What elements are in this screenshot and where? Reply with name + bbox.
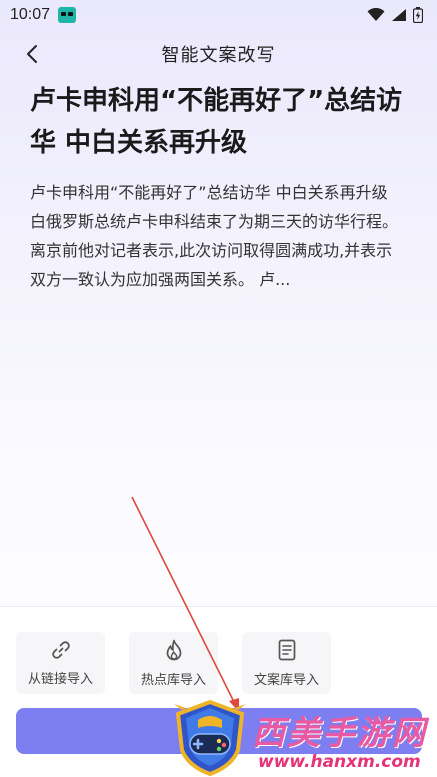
import-options: 从链接导入 热点库导入 文案库导入 (16, 632, 331, 694)
chevron-left-icon (27, 45, 37, 63)
watermark-url: www.hanxm.com (258, 752, 421, 772)
top-app-bar: 智能文案改写 (0, 34, 437, 74)
article-headline: 卢卡申科用“不能再好了”总结访华 中白关系再升级 (30, 86, 403, 158)
page-title: 智能文案改写 (161, 45, 276, 66)
import-from-hotspot-button[interactable]: 热点库导入 (129, 632, 218, 694)
import-from-link-button[interactable]: 从链接导入 (16, 632, 105, 694)
gamepad-shield-logo (174, 700, 246, 776)
status-icons (367, 7, 423, 23)
status-time: 10:07 (10, 6, 51, 23)
import-from-library-button[interactable]: 文案库导入 (242, 632, 331, 694)
import-from-library-label: 文案库导入 (253, 672, 319, 688)
wifi-icon (367, 8, 385, 21)
battery-icon (413, 7, 423, 23)
back-button[interactable] (16, 38, 48, 70)
watermark-title: 西美手游网 (252, 713, 427, 752)
import-from-hotspot-label: 热点库导入 (140, 672, 206, 688)
watermark: 西美手游网 www.hanxm.com (172, 700, 434, 776)
link-icon (51, 640, 70, 659)
signal-icon (392, 9, 406, 21)
flame-icon (166, 639, 181, 660)
status-bar: 10:07 (0, 0, 437, 30)
import-from-link-label: 从链接导入 (27, 671, 93, 687)
app-notification-icon (58, 7, 77, 23)
document-icon (278, 639, 295, 660)
article-body[interactable]: 卢卡申科用“不能再好了”总结访华 中白关系再升级 白俄罗斯总统卢卡申科结束了为期… (30, 178, 408, 294)
